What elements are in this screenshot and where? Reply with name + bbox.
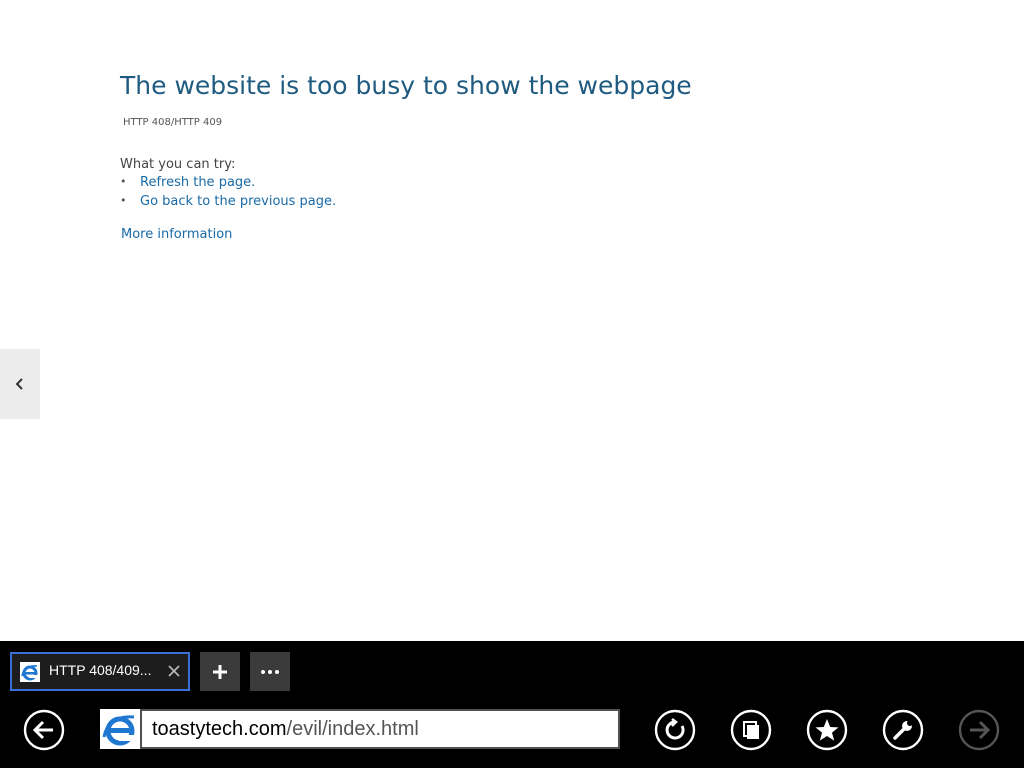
bullet: • bbox=[120, 175, 127, 188]
page-title: The website is too busy to show the webp… bbox=[120, 71, 692, 100]
tools-button[interactable] bbox=[882, 709, 924, 751]
favorites-button[interactable] bbox=[806, 709, 848, 751]
forward-icon bbox=[958, 709, 1000, 751]
address-bar[interactable]: toastytech.com/evil/index.html bbox=[140, 709, 620, 749]
try-label: What you can try: bbox=[120, 157, 236, 172]
address-text: toastytech.com/evil/index.html bbox=[152, 718, 419, 741]
tools-icon bbox=[882, 709, 924, 751]
pages-button[interactable] bbox=[730, 709, 772, 751]
tab-active[interactable]: HTTP 408/409... bbox=[10, 652, 190, 691]
refresh-page-link[interactable]: Refresh the page. bbox=[140, 175, 255, 190]
bullet: • bbox=[120, 194, 127, 207]
back-button[interactable] bbox=[23, 709, 65, 751]
go-back-link[interactable]: Go back to the previous page. bbox=[140, 194, 336, 209]
address-host: toastytech.com bbox=[152, 718, 287, 740]
more-information-link[interactable]: More information bbox=[121, 227, 232, 242]
refresh-button[interactable] bbox=[654, 709, 696, 751]
ie-icon bbox=[20, 662, 40, 682]
pages-icon bbox=[730, 709, 772, 751]
suggestion-item: • Refresh the page. bbox=[120, 175, 336, 194]
chevron-left-icon bbox=[15, 378, 23, 390]
flip-back-button[interactable] bbox=[0, 349, 40, 419]
error-code: HTTP 408/HTTP 409 bbox=[123, 117, 223, 128]
forward-button[interactable] bbox=[958, 709, 1000, 751]
address-path: /evil/index.html bbox=[286, 718, 419, 740]
favorites-icon bbox=[806, 709, 848, 751]
back-icon bbox=[23, 709, 65, 751]
site-identity-button[interactable] bbox=[100, 709, 140, 749]
suggestion-list: • Refresh the page. • Go back to the pre… bbox=[120, 175, 336, 213]
close-icon[interactable] bbox=[165, 662, 183, 680]
ie-icon bbox=[102, 715, 135, 746]
tab-title: HTTP 408/409... bbox=[49, 662, 152, 678]
suggestion-item: • Go back to the previous page. bbox=[120, 194, 336, 213]
refresh-icon bbox=[654, 709, 696, 751]
webpage-content: The website is too busy to show the webp… bbox=[0, 0, 1024, 641]
more-icon bbox=[261, 669, 279, 674]
tab-tools-button[interactable] bbox=[250, 652, 290, 691]
new-tab-button[interactable] bbox=[200, 652, 240, 691]
plus-icon bbox=[213, 664, 227, 679]
